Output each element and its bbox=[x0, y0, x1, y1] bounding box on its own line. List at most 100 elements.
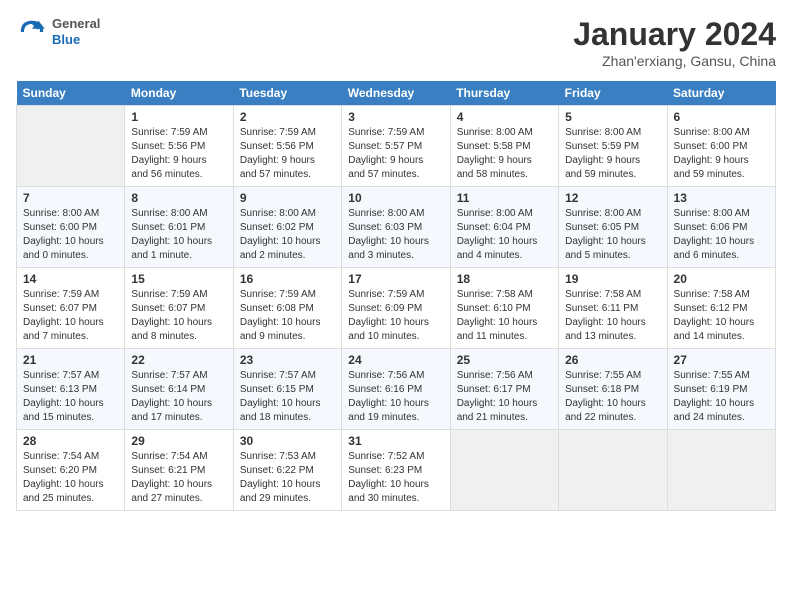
day-cell: 23 Sunrise: 7:57 AMSunset: 6:15 PMDayligh… bbox=[233, 349, 341, 430]
day-cell: 9Sunrise: 8:00 AMSunset: 6:02 PMDaylight… bbox=[233, 187, 341, 268]
day-info: Sunrise: 8:00 AMSunset: 6:00 PMDaylight:… bbox=[23, 207, 118, 263]
header-saturday: Saturday bbox=[667, 81, 775, 106]
day-number: 19 bbox=[565, 272, 660, 286]
logo-blue: Blue bbox=[52, 32, 100, 48]
day-info: Sunrise: 8:00 AMSunset: 6:05 PMDaylight:… bbox=[565, 207, 660, 263]
day-number: 2 bbox=[240, 110, 335, 124]
day-info: Sunrise: 7:56 AMSunset: 6:17 PMDaylight:… bbox=[457, 369, 552, 425]
day-cell: 31Sunrise: 7:52 AMSunset: 6:23 PMDayligh… bbox=[342, 430, 450, 511]
day-number: 21 bbox=[23, 353, 118, 367]
logo-icon bbox=[16, 16, 48, 48]
week-row-2: 7 Sunrise: 8:00 AMSunset: 6:00 PMDaylight… bbox=[17, 187, 776, 268]
logo-general: General bbox=[52, 16, 100, 32]
day-info: Sunrise: 8:00 AMSunset: 5:58 PMDaylight:… bbox=[457, 126, 552, 182]
day-cell: 20 Sunrise: 7:58 AMSunset: 6:12 PMDayligh… bbox=[667, 268, 775, 349]
day-cell: 1 Sunrise: 7:59 AMSunset: 5:56 PMDaylight… bbox=[125, 106, 233, 187]
day-cell: 24 Sunrise: 7:56 AMSunset: 6:16 PMDayligh… bbox=[342, 349, 450, 430]
calendar: SundayMondayTuesdayWednesdayThursdayFrid… bbox=[16, 81, 776, 511]
day-cell bbox=[667, 430, 775, 511]
day-cell: 25 Sunrise: 7:56 AMSunset: 6:17 PMDayligh… bbox=[450, 349, 558, 430]
location: Zhan'erxiang, Gansu, China bbox=[573, 53, 776, 69]
day-cell: 16Sunrise: 7:59 AMSunset: 6:08 PMDayligh… bbox=[233, 268, 341, 349]
day-number: 20 bbox=[674, 272, 769, 286]
day-info: Sunrise: 7:58 AMSunset: 6:12 PMDaylight:… bbox=[674, 288, 769, 344]
day-number: 14 bbox=[23, 272, 118, 286]
day-info: Sunrise: 7:52 AMSunset: 6:23 PMDaylight:… bbox=[348, 450, 443, 506]
day-number: 3 bbox=[348, 110, 443, 124]
day-cell bbox=[450, 430, 558, 511]
day-cell bbox=[17, 106, 125, 187]
day-cell: 17 Sunrise: 7:59 AMSunset: 6:09 PMDayligh… bbox=[342, 268, 450, 349]
day-cell: 5 Sunrise: 8:00 AMSunset: 5:59 PMDaylight… bbox=[559, 106, 667, 187]
day-cell: 30 Sunrise: 7:53 AMSunset: 6:22 PMDayligh… bbox=[233, 430, 341, 511]
day-info: Sunrise: 7:59 AMSunset: 6:08 PMDaylight:… bbox=[240, 288, 335, 344]
day-number: 5 bbox=[565, 110, 660, 124]
day-number: 11 bbox=[457, 191, 552, 205]
logo: General Blue bbox=[16, 16, 100, 48]
day-info: Sunrise: 8:00 AMSunset: 6:00 PMDaylight:… bbox=[674, 126, 769, 182]
day-cell: 22 Sunrise: 7:57 AMSunset: 6:14 PMDayligh… bbox=[125, 349, 233, 430]
day-cell: 6Sunrise: 8:00 AMSunset: 6:00 PMDaylight… bbox=[667, 106, 775, 187]
day-cell: 10 Sunrise: 8:00 AMSunset: 6:03 PMDayligh… bbox=[342, 187, 450, 268]
day-info: Sunrise: 7:56 AMSunset: 6:16 PMDaylight:… bbox=[348, 369, 443, 425]
header-sunday: Sunday bbox=[17, 81, 125, 106]
day-cell: 13Sunrise: 8:00 AMSunset: 6:06 PMDayligh… bbox=[667, 187, 775, 268]
day-cell: 11 Sunrise: 8:00 AMSunset: 6:04 PMDayligh… bbox=[450, 187, 558, 268]
page-header: General Blue January 2024 Zhan'erxiang, … bbox=[16, 16, 776, 69]
day-info: Sunrise: 8:00 AMSunset: 6:04 PMDaylight:… bbox=[457, 207, 552, 263]
day-cell: 18Sunrise: 7:58 AMSunset: 6:10 PMDayligh… bbox=[450, 268, 558, 349]
day-info: Sunrise: 8:00 AMSunset: 6:01 PMDaylight:… bbox=[131, 207, 226, 263]
week-row-3: 14 Sunrise: 7:59 AMSunset: 6:07 PMDayligh… bbox=[17, 268, 776, 349]
day-info: Sunrise: 7:55 AMSunset: 6:19 PMDaylight:… bbox=[674, 369, 769, 425]
day-info: Sunrise: 7:59 AMSunset: 5:56 PMDaylight:… bbox=[240, 126, 335, 182]
day-number: 7 bbox=[23, 191, 118, 205]
day-number: 10 bbox=[348, 191, 443, 205]
day-info: Sunrise: 7:59 AMSunset: 5:57 PMDaylight:… bbox=[348, 126, 443, 182]
header-wednesday: Wednesday bbox=[342, 81, 450, 106]
day-cell: 2 Sunrise: 7:59 AMSunset: 5:56 PMDaylight… bbox=[233, 106, 341, 187]
day-info: Sunrise: 7:58 AMSunset: 6:10 PMDaylight:… bbox=[457, 288, 552, 344]
day-info: Sunrise: 7:54 AMSunset: 6:20 PMDaylight:… bbox=[23, 450, 118, 506]
day-cell: 15Sunrise: 7:59 AMSunset: 6:07 PMDayligh… bbox=[125, 268, 233, 349]
day-info: Sunrise: 7:57 AMSunset: 6:14 PMDaylight:… bbox=[131, 369, 226, 425]
day-number: 17 bbox=[348, 272, 443, 286]
week-row-5: 28Sunrise: 7:54 AMSunset: 6:20 PMDayligh… bbox=[17, 430, 776, 511]
day-cell bbox=[559, 430, 667, 511]
day-number: 25 bbox=[457, 353, 552, 367]
day-number: 9 bbox=[240, 191, 335, 205]
day-number: 23 bbox=[240, 353, 335, 367]
day-number: 4 bbox=[457, 110, 552, 124]
day-info: Sunrise: 7:58 AMSunset: 6:11 PMDaylight:… bbox=[565, 288, 660, 344]
day-number: 13 bbox=[674, 191, 769, 205]
day-info: Sunrise: 7:59 AMSunset: 6:09 PMDaylight:… bbox=[348, 288, 443, 344]
day-info: Sunrise: 7:54 AMSunset: 6:21 PMDaylight:… bbox=[131, 450, 226, 506]
day-info: Sunrise: 7:59 AMSunset: 5:56 PMDaylight:… bbox=[131, 126, 226, 182]
day-info: Sunrise: 7:57 AMSunset: 6:15 PMDaylight:… bbox=[240, 369, 335, 425]
header-monday: Monday bbox=[125, 81, 233, 106]
day-info: Sunrise: 7:59 AMSunset: 6:07 PMDaylight:… bbox=[131, 288, 226, 344]
day-cell: 3 Sunrise: 7:59 AMSunset: 5:57 PMDaylight… bbox=[342, 106, 450, 187]
day-cell: 12Sunrise: 8:00 AMSunset: 6:05 PMDayligh… bbox=[559, 187, 667, 268]
day-info: Sunrise: 8:00 AMSunset: 6:03 PMDaylight:… bbox=[348, 207, 443, 263]
day-cell: 29Sunrise: 7:54 AMSunset: 6:21 PMDayligh… bbox=[125, 430, 233, 511]
day-cell: 28Sunrise: 7:54 AMSunset: 6:20 PMDayligh… bbox=[17, 430, 125, 511]
day-cell: 27 Sunrise: 7:55 AMSunset: 6:19 PMDayligh… bbox=[667, 349, 775, 430]
day-number: 8 bbox=[131, 191, 226, 205]
day-info: Sunrise: 7:55 AMSunset: 6:18 PMDaylight:… bbox=[565, 369, 660, 425]
day-cell: 7 Sunrise: 8:00 AMSunset: 6:00 PMDaylight… bbox=[17, 187, 125, 268]
day-number: 30 bbox=[240, 434, 335, 448]
day-cell: 26 Sunrise: 7:55 AMSunset: 6:18 PMDayligh… bbox=[559, 349, 667, 430]
day-number: 1 bbox=[131, 110, 226, 124]
day-number: 27 bbox=[674, 353, 769, 367]
header-tuesday: Tuesday bbox=[233, 81, 341, 106]
day-cell: 21 Sunrise: 7:57 AMSunset: 6:13 PMDayligh… bbox=[17, 349, 125, 430]
day-info: Sunrise: 7:57 AMSunset: 6:13 PMDaylight:… bbox=[23, 369, 118, 425]
day-info: Sunrise: 7:53 AMSunset: 6:22 PMDaylight:… bbox=[240, 450, 335, 506]
day-info: Sunrise: 7:59 AMSunset: 6:07 PMDaylight:… bbox=[23, 288, 118, 344]
calendar-header-row: SundayMondayTuesdayWednesdayThursdayFrid… bbox=[17, 81, 776, 106]
month-title: January 2024 bbox=[573, 16, 776, 53]
day-number: 26 bbox=[565, 353, 660, 367]
day-number: 22 bbox=[131, 353, 226, 367]
day-info: Sunrise: 8:00 AMSunset: 5:59 PMDaylight:… bbox=[565, 126, 660, 182]
day-number: 24 bbox=[348, 353, 443, 367]
